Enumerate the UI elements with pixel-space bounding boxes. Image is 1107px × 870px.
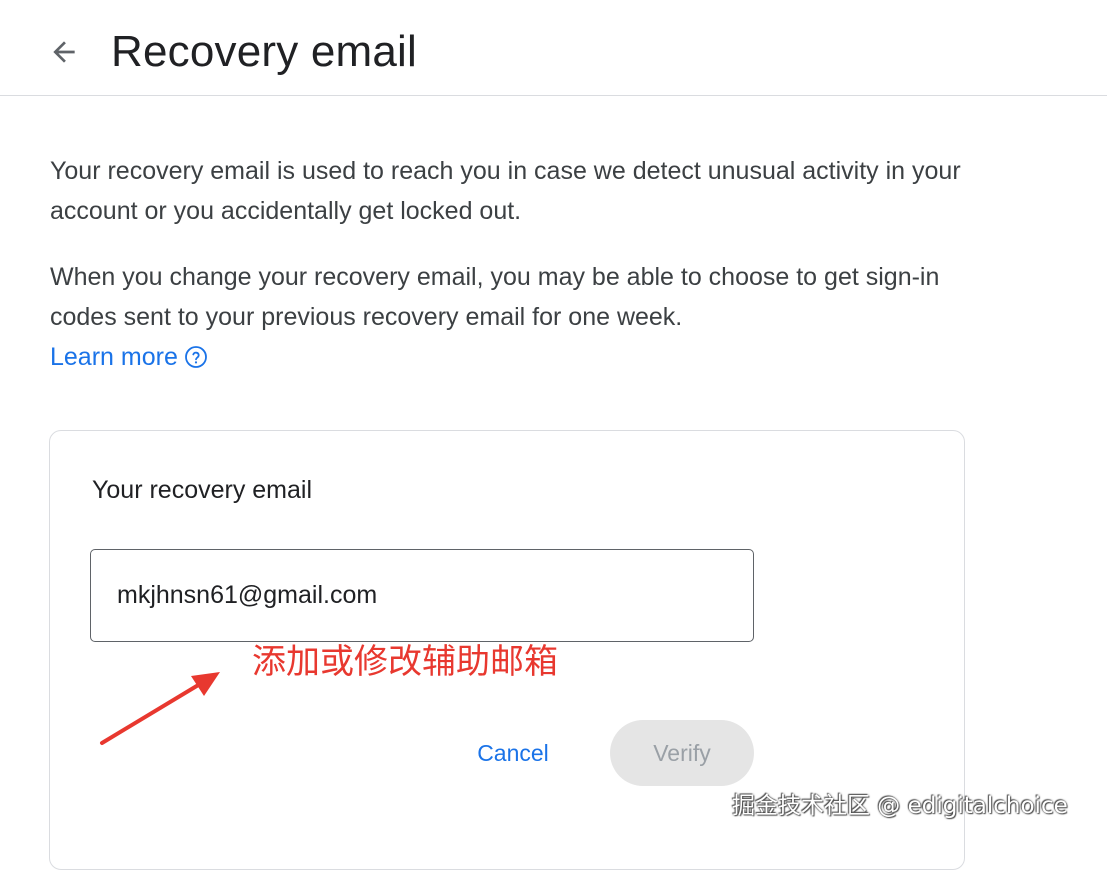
annotation-label: 添加或修改辅助邮箱 [252, 642, 558, 682]
watermark: 掘金技术社区 @ edigitalchoice [732, 793, 1068, 819]
recovery-email-input[interactable] [90, 549, 754, 642]
learn-more-label: Learn more [50, 343, 178, 371]
verify-button[interactable]: Verify [610, 720, 754, 786]
learn-more-link[interactable]: Learn more [50, 337, 208, 377]
card-title: Your recovery email [92, 476, 313, 504]
page-header: Recovery email [0, 0, 1107, 96]
arrow-back-icon [53, 41, 75, 63]
intro-paragraph-2: When you change your recovery email, you… [50, 263, 940, 331]
back-button[interactable] [40, 30, 88, 74]
help-circle-icon [184, 345, 208, 369]
intro-paragraph-1: Your recovery email is used to reach you… [50, 157, 961, 225]
annotation-arrow-icon [100, 672, 220, 745]
page-title: Recovery email [111, 27, 418, 76]
cancel-button[interactable]: Cancel [452, 720, 574, 786]
